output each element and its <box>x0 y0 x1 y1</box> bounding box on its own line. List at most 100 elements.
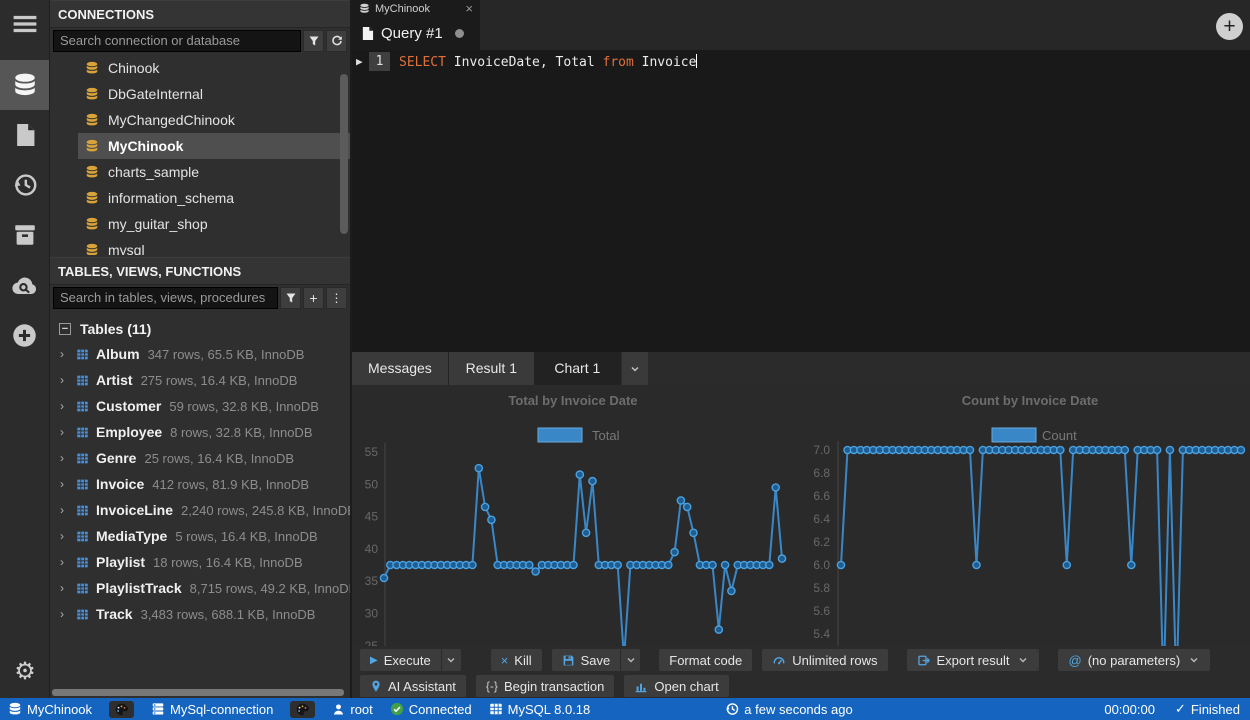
table-row[interactable]: › MediaType 5 rows, 16.4 KB, InnoDB <box>50 523 350 549</box>
tab-result-1[interactable]: Result 1 <box>448 352 535 385</box>
status-database[interactable]: MyChinook <box>8 702 92 717</box>
kill-button[interactable]: × Kill <box>490 649 542 671</box>
rail-item-history[interactable] <box>0 160 49 210</box>
tables-menu-button[interactable]: ⋮ <box>326 286 347 309</box>
new-tab-button[interactable]: + <box>1216 13 1243 40</box>
table-row[interactable]: › Employee 8 rows, 32.8 KB, InnoDB <box>50 419 350 445</box>
table-row[interactable]: › Genre 25 rows, 16.4 KB, InnoDB <box>50 445 350 471</box>
result-tabs-dropdown-button[interactable] <box>621 352 648 385</box>
save-icon <box>562 654 575 667</box>
database-icon <box>85 87 99 101</box>
export-result-button[interactable]: Export result <box>906 649 1040 671</box>
rail-item-database[interactable] <box>0 60 49 110</box>
menu-button[interactable] <box>0 0 49 48</box>
rail-item-add-connection[interactable] <box>0 310 49 360</box>
dbgate-app: ⚙ CONNECTIONS Chinook DbGateInternal MyC… <box>0 0 1250 720</box>
check-circle-icon <box>390 702 404 716</box>
file-icon <box>14 122 36 148</box>
tab-group-caption[interactable]: MyChinook × <box>352 0 480 17</box>
connections-refresh-button[interactable] <box>326 29 347 52</box>
table-icon <box>76 400 89 413</box>
tab-chart-1[interactable]: Chart 1 <box>534 352 621 385</box>
rail-item-files[interactable] <box>0 110 49 160</box>
status-connection[interactable]: MySql-connection <box>151 702 273 717</box>
table-row[interactable]: › PlaylistTrack 8,715 rows, 49.2 KB, InnoD… <box>50 575 350 601</box>
tables-filter-button[interactable] <box>280 286 301 309</box>
close-icon[interactable]: × <box>465 2 473 15</box>
tables-add-button[interactable]: + <box>303 286 324 309</box>
run-line-icon[interactable]: ▶ <box>352 55 369 68</box>
connection-color-button[interactable] <box>290 700 316 718</box>
table-row[interactable]: › Invoice 412 rows, 81.9 KB, InnoDB <box>50 471 350 497</box>
svg-text:5.4: 5.4 <box>813 627 830 641</box>
tab-messages[interactable]: Messages <box>352 352 449 385</box>
connections-scrollbar[interactable] <box>340 74 348 234</box>
tables-group-row[interactable]: − Tables (11) <box>50 316 350 341</box>
connection-item[interactable]: Chinook <box>50 55 350 81</box>
connections-filter-button[interactable] <box>303 29 324 52</box>
table-row[interactable]: › Playlist 18 rows, 16.4 KB, InnoDB <box>50 549 350 575</box>
database-icon <box>85 217 99 231</box>
settings-button[interactable]: ⚙ <box>0 657 50 686</box>
plus-circle-icon <box>12 323 37 348</box>
open-chart-button[interactable]: Open chart <box>624 675 729 697</box>
sql-editor[interactable]: ▶ 1 SELECT InvoiceDate, Total from Invoi… <box>352 50 1250 352</box>
svg-text:30: 30 <box>365 607 379 621</box>
total-by-invoice-date-chart: Total by Invoice Date Total 55 50 45 40 35 30 25 <box>352 385 801 646</box>
begin-transaction-button[interactable]: {‑} Begin transaction <box>475 675 615 697</box>
table-row[interactable]: › Customer 59 rows, 32.8 KB, InnoDB <box>50 393 350 419</box>
tab-query-1[interactable]: Query #1 <box>352 17 480 50</box>
connection-item[interactable]: MyChangedChinook <box>50 107 350 133</box>
status-bar: MyChinook MySql-connection root Connecte… <box>0 698 1250 720</box>
connection-item[interactable]: my_guitar_shop <box>50 211 350 237</box>
connection-item[interactable]: mysql <box>50 237 350 255</box>
query-toolbar: ▶ Execute × Kill Save Format code Unlimite… <box>352 646 1250 698</box>
svg-text:25: 25 <box>365 639 379 646</box>
hamburger-icon <box>12 14 38 34</box>
connections-search-input[interactable] <box>53 29 301 52</box>
table-icon <box>76 530 89 543</box>
palette-icon <box>114 703 129 716</box>
tables-horizontal-scrollbar[interactable] <box>52 689 344 696</box>
table-icon <box>76 374 89 387</box>
chevron-right-icon: › <box>60 607 64 621</box>
chevron-right-icon: › <box>60 425 64 439</box>
table-row[interactable]: › InvoiceLine 2,240 rows, 245.8 KB, InnoDB <box>50 497 350 523</box>
table-row[interactable]: › Artist 275 rows, 16.4 KB, InnoDB <box>50 367 350 393</box>
count-by-invoice-date-chart: Count by Invoice Date Count 7.0 6.8 6.6 6.4 6.… <box>801 385 1250 646</box>
parameters-button[interactable]: @ (no parameters) <box>1058 649 1211 671</box>
execute-dropdown-button[interactable] <box>440 649 461 671</box>
status-connected: Connected <box>390 702 472 717</box>
database-icon <box>85 165 99 179</box>
table-row[interactable]: › Album 347 rows, 65.5 KB, InnoDB <box>50 341 350 367</box>
line-number: 1 <box>369 52 390 71</box>
connection-item-selected[interactable]: MyChinook <box>78 133 350 159</box>
table-row[interactable]: › Track 3,483 rows, 688.1 KB, InnoDB <box>50 601 350 627</box>
table-icon <box>76 426 89 439</box>
svg-text:35: 35 <box>365 574 379 588</box>
chevron-right-icon: › <box>60 451 64 465</box>
connection-item[interactable]: charts_sample <box>50 159 350 185</box>
save-button[interactable]: Save <box>551 649 621 671</box>
unlimited-rows-button[interactable]: Unlimited rows <box>762 649 888 671</box>
connection-item[interactable]: DbGateInternal <box>50 81 350 107</box>
format-code-button[interactable]: Format code <box>659 649 753 671</box>
rail-item-archive[interactable] <box>0 210 49 260</box>
svg-text:Count by Invoice Date: Count by Invoice Date <box>962 393 1099 408</box>
svg-text:6.2: 6.2 <box>813 535 830 549</box>
archive-icon <box>13 223 37 247</box>
icon-rail: ⚙ <box>0 0 50 698</box>
tables-search-input[interactable] <box>53 286 278 309</box>
chevron-right-icon: › <box>60 529 64 543</box>
connection-item[interactable]: information_schema <box>50 185 350 211</box>
ai-assistant-button[interactable]: AI Assistant <box>360 675 466 697</box>
rail-item-cloud-search[interactable] <box>0 260 49 310</box>
cloud-search-icon <box>11 273 38 297</box>
at-icon: @ <box>1068 652 1082 668</box>
save-dropdown-button[interactable] <box>620 649 641 671</box>
chevron-right-icon: › <box>60 347 64 361</box>
database-color-button[interactable] <box>109 700 135 718</box>
chevron-down-icon <box>625 654 637 666</box>
database-icon <box>85 191 99 205</box>
execute-button[interactable]: ▶ Execute <box>360 649 441 671</box>
